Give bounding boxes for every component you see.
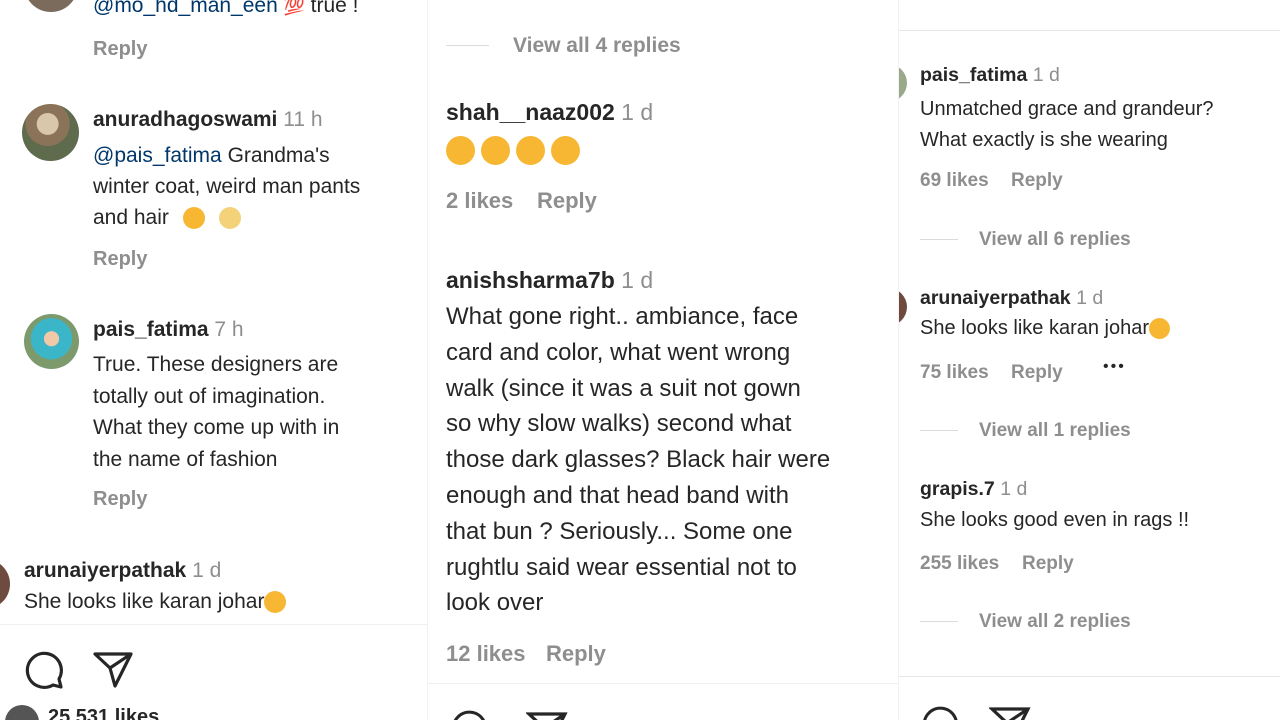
comments-panel-middle: View all 4 replies shah__naaz002 1 d 2 l…	[427, 0, 899, 720]
comment-text: She looks like karan johar	[920, 317, 1171, 340]
comment-icon[interactable]	[450, 708, 490, 720]
comment-icon[interactable]	[921, 704, 961, 720]
view-replies-button[interactable]: View all 4 replies	[513, 34, 681, 58]
comment-header: pais_fatima 1 d	[920, 64, 1060, 87]
hundred-emoji-icon: 💯	[283, 0, 305, 16]
timestamp: 11 h	[283, 108, 323, 131]
timestamp: 1 d	[621, 99, 654, 125]
comment-header: pais_fatima 7 h	[93, 318, 244, 342]
username-link[interactable]: pais_fatima	[93, 318, 209, 341]
divider	[899, 30, 1280, 31]
laughing-emoji-icon	[264, 591, 287, 614]
username-link[interactable]: arunaiyerpathak	[24, 559, 186, 582]
view-replies-button[interactable]: View all 2 replies	[979, 611, 1131, 633]
likes-count[interactable]: 2 likes	[446, 188, 513, 214]
reply-button[interactable]: Reply	[537, 188, 597, 214]
comment-text	[446, 136, 580, 165]
share-icon[interactable]	[92, 650, 134, 690]
avatar[interactable]	[22, 104, 79, 161]
comment-header: arunaiyerpathak 1 d	[24, 559, 221, 583]
divider	[0, 624, 427, 625]
comment-text: She looks like karan johar	[24, 590, 287, 614]
comment-text: @mo_hd_man_een 💯 true !	[93, 0, 359, 18]
avatar[interactable]	[899, 288, 907, 326]
username-link[interactable]: anuradhagoswami	[93, 108, 277, 131]
timestamp: 1 d	[1000, 478, 1028, 500]
heart-eyes-emoji-icon	[481, 136, 510, 165]
username-link[interactable]: pais_fatima	[920, 64, 1027, 86]
comment-icon[interactable]	[24, 649, 66, 691]
comment-text: Unmatched grace and grandeur? What exact…	[920, 98, 1214, 151]
liker-avatars[interactable]	[5, 705, 39, 720]
share-icon[interactable]	[526, 710, 568, 720]
reply-button[interactable]: Reply	[93, 488, 147, 511]
comment-text: What gone right.. ambiance, face card an…	[446, 303, 831, 617]
reply-button[interactable]: Reply	[93, 38, 147, 61]
timestamp: 1 d	[192, 559, 222, 582]
divider	[899, 676, 1280, 677]
mention-link[interactable]: @pais_fatima	[93, 144, 222, 167]
likes-count[interactable]: 69 likes	[920, 170, 989, 192]
avatar[interactable]	[24, 314, 79, 369]
comment-header: shah__naaz002 1 d	[446, 99, 653, 126]
view-replies-button[interactable]: View all 1 replies	[979, 420, 1131, 442]
replies-line	[920, 430, 958, 431]
timestamp: 1 d	[1076, 287, 1104, 309]
post-likes-count[interactable]: 25,531 likes	[48, 706, 159, 720]
heart-eyes-emoji-icon	[516, 136, 545, 165]
timestamp: 7 h	[214, 318, 244, 341]
comments-panel-right: pais_fatima 1 d Unmatched grace and gran…	[898, 0, 1280, 720]
comments-panel-left: @mo_hd_man_een 💯 true ! Reply anuradhago…	[0, 0, 427, 720]
comment-text: True. These designers are totally out of…	[93, 353, 340, 471]
likes-count[interactable]: 255 likes	[920, 553, 999, 575]
comment-header: grapis.7 1 d	[920, 478, 1027, 501]
timestamp: 1 d	[1032, 64, 1060, 86]
reply-button[interactable]: Reply	[546, 641, 606, 667]
more-options-icon[interactable]: •••	[1103, 358, 1126, 376]
divider	[428, 683, 899, 684]
avatar[interactable]	[24, 0, 78, 12]
username-link[interactable]: shah__naaz002	[446, 99, 615, 125]
heart-eyes-emoji-icon	[446, 136, 475, 165]
reply-button[interactable]: Reply	[1011, 362, 1063, 384]
username-link[interactable]: anishsharma7b	[446, 267, 615, 293]
likes-count[interactable]: 12 likes	[446, 641, 526, 667]
avatar[interactable]	[899, 64, 907, 102]
comment-header: arunaiyerpathak 1 d	[920, 287, 1103, 310]
laughing-emoji-icon	[1149, 318, 1171, 340]
reply-button[interactable]: Reply	[1022, 553, 1074, 575]
exploding-head-emoji-icon	[218, 207, 241, 230]
username-link[interactable]: arunaiyerpathak	[920, 287, 1071, 309]
flushed-emoji-icon	[182, 207, 205, 230]
timestamp: 1 d	[621, 267, 654, 293]
avatar[interactable]	[0, 559, 10, 609]
comment-text: She looks good even in rags !!	[920, 509, 1190, 531]
comment-header: anuradhagoswami 11 h	[93, 108, 323, 132]
likes-count[interactable]: 75 likes	[920, 362, 989, 384]
reply-button[interactable]: Reply	[1011, 170, 1063, 192]
view-replies-button[interactable]: View all 6 replies	[979, 229, 1131, 251]
share-icon[interactable]	[989, 705, 1031, 720]
replies-line	[920, 239, 958, 240]
heart-eyes-emoji-icon	[551, 136, 580, 165]
reply-button[interactable]: Reply	[93, 248, 147, 271]
mention-link[interactable]: @mo_hd_man_een	[93, 0, 278, 17]
replies-line	[446, 45, 489, 46]
username-link[interactable]: grapis.7	[920, 478, 995, 500]
replies-line	[920, 621, 958, 622]
comment-header: anishsharma7b 1 d	[446, 267, 653, 294]
comment-text: @pais_fatima Grandma's winter coat, weir…	[93, 144, 361, 230]
